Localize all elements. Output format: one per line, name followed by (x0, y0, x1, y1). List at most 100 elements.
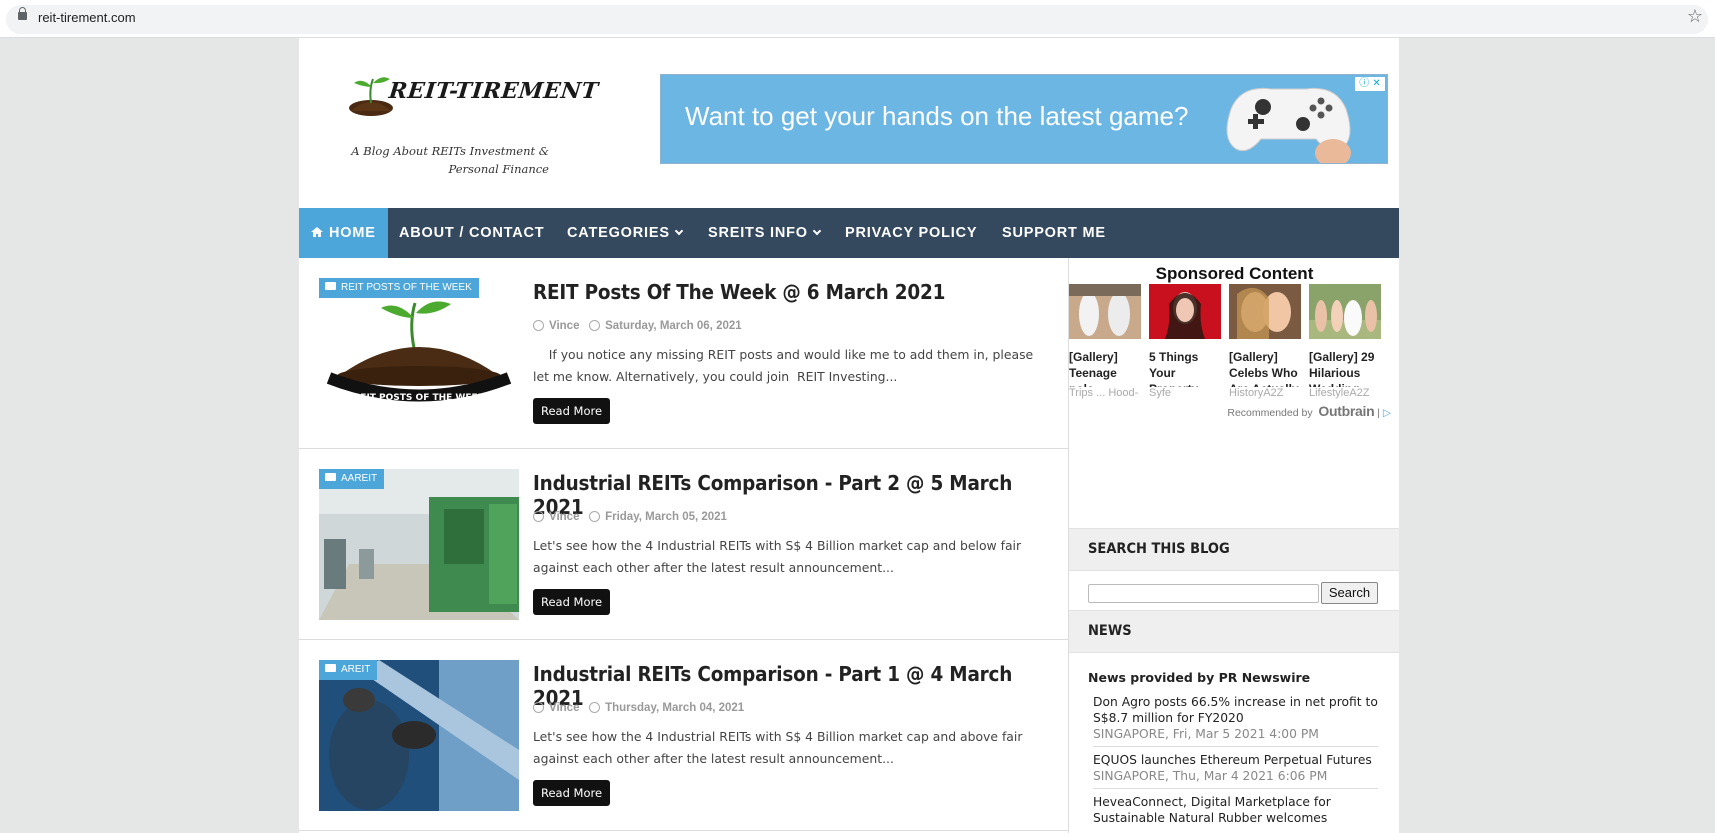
main-nav: HOME ABOUT / CONTACT CATEGORIES SREITS I… (299, 208, 1399, 258)
ad-banner[interactable]: Want to get your hands on the latest gam… (660, 74, 1388, 164)
browser-toolbar: reit-tirement.com ☆ (0, 0, 1715, 38)
nav-privacy-policy[interactable]: PRIVACY POLICY (845, 208, 977, 258)
sponsored-caption[interactable]: [Gallery] Celebs Who Are Actually (1229, 349, 1301, 387)
sponsored-card[interactable]: [Gallery] Teenage pole Trips ... Hood- (1069, 284, 1141, 399)
news-headline[interactable]: HeveaConnect, Digital Marketplace for Su… (1093, 794, 1378, 826)
category-tag[interactable]: AREIT (319, 660, 378, 680)
search-widget-header: SEARCH THIS BLOG (1069, 528, 1399, 571)
category-tag-label: AAREIT (341, 473, 378, 484)
divider (1093, 746, 1378, 747)
sponsored-image[interactable] (1229, 284, 1301, 339)
search-button[interactable]: Search (1321, 582, 1378, 604)
chevron-down-icon (812, 226, 822, 236)
news-headline[interactable]: Don Agro posts 66.5% increase in net pro… (1093, 694, 1378, 726)
game-controller-icon (1226, 87, 1351, 163)
sponsored-source: Trips ... Hood- (1069, 387, 1139, 399)
nav-support-me[interactable]: SUPPORT ME (1002, 208, 1106, 258)
nav-sreits-label: SREITS INFO (708, 225, 808, 241)
home-icon (311, 227, 323, 237)
nav-sreits-info[interactable]: SREITS INFO (708, 208, 822, 258)
lock-icon[interactable] (18, 7, 27, 20)
chevron-down-icon (674, 226, 684, 236)
folder-icon (325, 282, 336, 290)
sponsored-title: Sponsored Content (1155, 264, 1314, 283)
sponsored-image[interactable] (1309, 284, 1381, 339)
news-item[interactable]: Don Agro posts 66.5% increase in net pro… (1093, 694, 1378, 742)
user-icon (533, 702, 544, 713)
search-input[interactable] (1088, 584, 1319, 603)
read-more-button[interactable]: Read More (533, 589, 611, 615)
sponsored-card[interactable]: 5 Things Your Property Syfe (1149, 284, 1221, 399)
sidebar: Sponsored Content [Gallery] Teenage pole… (1068, 258, 1399, 833)
post-author[interactable]: Vince (549, 320, 579, 332)
nav-about-contact[interactable]: ABOUT / CONTACT (399, 208, 544, 258)
search-widget-title: SEARCH THIS BLOG (1088, 541, 1230, 557)
sponsored-image[interactable] (1149, 284, 1221, 339)
news-item[interactable]: EQUOS launches Ethereum Perpetual Future… (1093, 752, 1378, 784)
address-bar[interactable] (6, 5, 1708, 34)
sponsored-card[interactable]: [Gallery] Celebs Who Are Actually Histor… (1229, 284, 1301, 399)
news-widget-title: NEWS (1088, 623, 1132, 639)
read-more-button[interactable]: Read More (533, 780, 611, 806)
post-thumbnail[interactable] (319, 660, 519, 811)
sponsored-source: LifestyleA2Z (1309, 387, 1370, 399)
sponsored-source: HistoryA2Z (1229, 387, 1284, 399)
sponsored-caption[interactable]: 5 Things Your Property (1149, 349, 1221, 387)
logo-text[interactable]: REIT-TIREMENT (388, 78, 600, 104)
adchoices-icon[interactable]: ▷ (1383, 407, 1391, 419)
outbrain-logo: Outbrain (1318, 403, 1375, 419)
sponsored-caption[interactable]: [Gallery] 29 Hilarious Wedding (1309, 349, 1381, 387)
adchoices-icon[interactable]: ⓘ ✕ (1355, 77, 1385, 91)
recommended-by-label: Recommended by (1227, 407, 1313, 419)
post-author[interactable]: Vince (549, 702, 579, 714)
sponsored-image[interactable] (1069, 284, 1141, 339)
outbrain-recommended[interactable]: Recommended by Outbrain | ▷ (1227, 403, 1391, 419)
post-author[interactable]: Vince (549, 511, 579, 523)
post-date: Thursday, March 04, 2021 (605, 702, 745, 714)
post-meta: Vince Saturday, March 06, 2021 (533, 318, 742, 332)
post-excerpt: If you notice any missing REIT posts and… (533, 347, 1038, 384)
nav-home-label: HOME (329, 225, 376, 241)
post-excerpt: Let's see how the 4 Industrial REITs wit… (533, 729, 1023, 766)
nav-home[interactable]: HOME (299, 208, 388, 258)
post-item: REIT POSTS OF THE WEEK REIT POSTS OF THE… (299, 258, 1068, 449)
bookmark-star-icon[interactable]: ☆ (1687, 7, 1703, 27)
read-more-button[interactable]: Read More (533, 398, 611, 424)
user-icon (533, 511, 544, 522)
post-item: AREIT Industrial REITs Comparison - Part… (299, 640, 1068, 831)
category-tag[interactable]: AAREIT (319, 469, 385, 489)
sponsored-card[interactable]: [Gallery] 29 Hilarious Wedding Lifestyle… (1309, 284, 1381, 399)
site-tagline: A Blog About REITs Investment & Personal… (351, 144, 549, 176)
page-container: REIT-TIREMENT A Blog About REITs Investm… (299, 38, 1399, 833)
nav-categories-label: CATEGORIES (567, 225, 670, 241)
clock-icon (589, 511, 601, 522)
sponsored-caption[interactable]: [Gallery] Teenage pole (1069, 349, 1141, 387)
clock-icon (589, 702, 601, 713)
post-date: Friday, March 05, 2021 (605, 511, 727, 523)
news-meta: SINGAPORE, Thu, Mar 4 2021 6:06 PM (1093, 769, 1328, 783)
post-excerpt: Let's see how the 4 Industrial REITs wit… (533, 538, 1022, 575)
post-meta: Vince Thursday, March 04, 2021 (533, 700, 744, 714)
post-thumbnail[interactable]: REIT POSTS OF THE WEEK (319, 278, 519, 429)
news-headline[interactable]: EQUOS launches Ethereum Perpetual Future… (1093, 752, 1378, 768)
post-meta: Vince Friday, March 05, 2021 (533, 509, 727, 523)
user-icon (533, 320, 544, 331)
clock-icon (589, 320, 601, 331)
nav-categories[interactable]: CATEGORIES (567, 208, 684, 258)
news-widget-header: NEWS (1069, 610, 1399, 653)
post-thumbnail[interactable] (319, 469, 519, 620)
category-tag-label: REIT POSTS OF THE WEEK (341, 282, 472, 293)
thumb-caption: REIT POSTS OF THE WEEK (353, 393, 485, 403)
category-tag-label: AREIT (341, 664, 371, 675)
category-tag[interactable]: REIT POSTS OF THE WEEK (319, 278, 479, 298)
divider (1093, 788, 1378, 789)
folder-icon (325, 473, 336, 481)
post-date: Saturday, March 06, 2021 (605, 320, 742, 332)
url-text[interactable]: reit-tirement.com (38, 10, 136, 25)
news-meta: SINGAPORE, Fri, Mar 5 2021 4:00 PM (1093, 727, 1319, 741)
news-item[interactable]: HeveaConnect, Digital Marketplace for Su… (1093, 794, 1378, 826)
news-provider: News provided by PR Newswire (1088, 670, 1311, 685)
post-title[interactable]: REIT Posts Of The Week @ 6 March 2021 (533, 280, 945, 304)
ad-text[interactable]: Want to get your hands on the latest gam… (685, 101, 1188, 132)
folder-icon (325, 664, 336, 672)
